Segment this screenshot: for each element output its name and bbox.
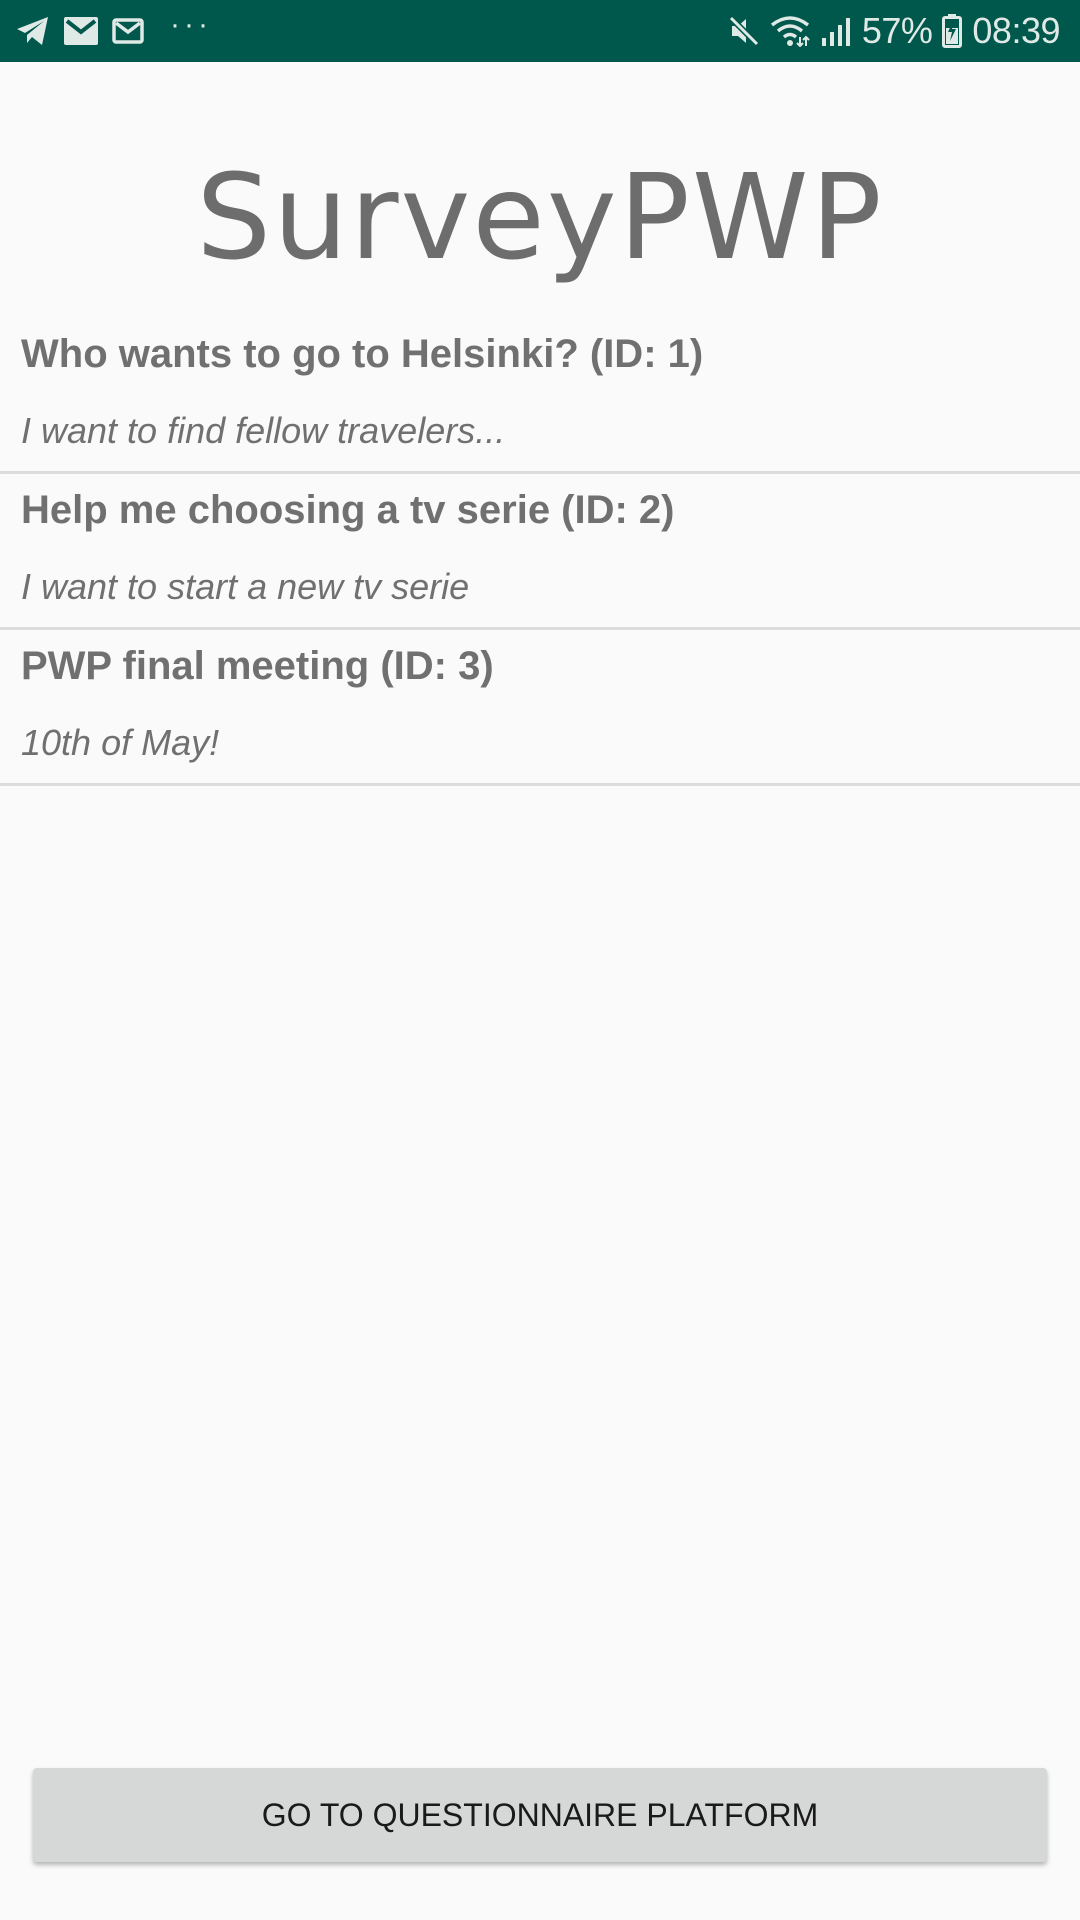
status-left: ···: [16, 0, 212, 62]
go-to-questionnaire-platform-button[interactable]: GO TO QUESTIONNAIRE PLATFORM: [33, 1768, 1047, 1862]
survey-item-1[interactable]: Who wants to go to Helsinki? (ID: 1) I w…: [0, 318, 1080, 474]
survey-title: PWP final meeting (ID: 3): [21, 644, 494, 688]
app-title: SurveyPWP: [196, 148, 883, 286]
gmail-outline-icon: [112, 18, 144, 44]
gmail-icon: [64, 17, 98, 45]
battery-icon: [942, 14, 963, 48]
status-right: 57% 08:39: [728, 0, 1060, 62]
survey-title: Who wants to go to Helsinki? (ID: 1): [21, 332, 704, 376]
signal-icon: [820, 16, 852, 46]
more-notifications-icon: ···: [170, 8, 212, 41]
wifi-icon: [770, 15, 810, 47]
survey-item-2[interactable]: Help me choosing a tv serie (ID: 2) I wa…: [0, 474, 1080, 630]
survey-description: I want to start a new tv serie: [21, 566, 470, 607]
survey-item-3[interactable]: PWP final meeting (ID: 3) 10th of May!: [0, 630, 1080, 786]
clock: 08:39: [972, 10, 1060, 51]
mute-icon: [728, 15, 760, 47]
battery-percent: 57%: [861, 10, 933, 51]
telegram-icon: [16, 16, 50, 46]
survey-list: Who wants to go to Helsinki? (ID: 1) I w…: [0, 318, 1080, 786]
survey-description: I want to find fellow travelers...: [21, 410, 506, 451]
status-bar: ··· 57% 08:39: [0, 0, 1080, 62]
survey-description: 10th of May!: [21, 722, 220, 763]
survey-title: Help me choosing a tv serie (ID: 2): [21, 488, 675, 532]
app-logo: SurveyPWP: [0, 140, 1080, 340]
